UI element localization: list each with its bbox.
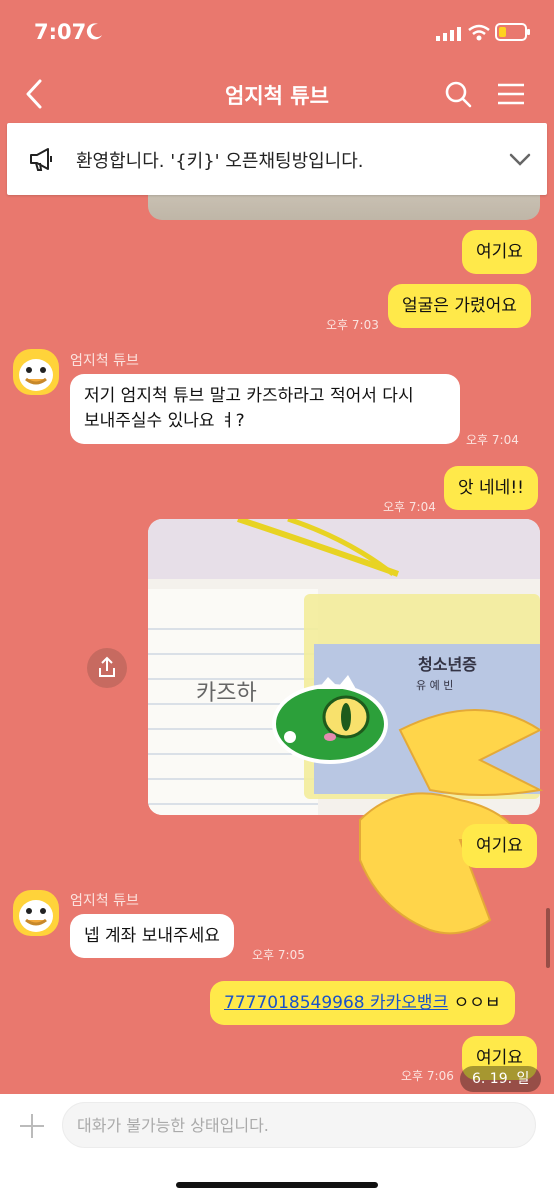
status-time: 7:07 bbox=[34, 20, 87, 44]
message-bubble-other[interactable]: 저기 엄지척 튜브 말고 카즈하라고 적어서 다시 보내주실수 있나요 ㅕ? bbox=[70, 374, 460, 444]
search-icon[interactable] bbox=[444, 80, 472, 108]
avatar[interactable] bbox=[13, 349, 59, 395]
avatar[interactable] bbox=[13, 890, 59, 936]
message-bubble-other[interactable]: 넵 계좌 보내주세요 bbox=[70, 914, 234, 958]
home-indicator bbox=[176, 1182, 378, 1188]
battery-icon bbox=[495, 23, 530, 41]
sender-name: 엄지척 튜브 bbox=[70, 353, 139, 369]
message-bubble-mine[interactable]: 얼굴은 가렸어요 bbox=[388, 284, 531, 328]
signal-icon bbox=[436, 27, 461, 41]
date-indicator: 6. 19. 일 bbox=[460, 1066, 542, 1092]
share-icon bbox=[99, 656, 115, 677]
scrollbar[interactable] bbox=[546, 908, 550, 968]
message-bubble-mine[interactable]: 여기요 bbox=[462, 230, 537, 274]
avatar-character-icon bbox=[13, 890, 59, 936]
message-input[interactable]: 대화가 불가능한 상태입니다. bbox=[62, 1102, 536, 1148]
account-link[interactable]: 7777018549968 카카오뱅크 bbox=[224, 993, 448, 1013]
chevron-down-icon[interactable] bbox=[508, 150, 532, 168]
sender-name: 엄지척 튜브 bbox=[70, 893, 139, 909]
message-bubble-mine[interactable]: 여기요 bbox=[462, 824, 537, 868]
photo-handwriting: 카즈하 bbox=[196, 681, 257, 706]
plus-icon[interactable] bbox=[18, 1112, 46, 1140]
avatar-character-icon bbox=[13, 349, 59, 395]
message-time: 오후 7:06 bbox=[401, 1069, 454, 1083]
megaphone-icon bbox=[30, 148, 52, 171]
message-bubble-mine[interactable]: 7777018549968 카카오뱅크 ㅇㅇㅂ bbox=[210, 981, 515, 1025]
message-bubble-mine[interactable]: 앗 네네!! bbox=[444, 466, 538, 510]
moon-icon bbox=[86, 23, 102, 40]
message-line: 보내주실수 있나요 ㅕ? bbox=[84, 411, 245, 431]
card-title: 청소년증 bbox=[418, 655, 477, 674]
message-time: 오후 7:04 bbox=[466, 433, 519, 447]
wifi-icon bbox=[468, 24, 490, 41]
menu-icon[interactable] bbox=[497, 82, 525, 106]
message-line: 저기 엄지척 튜브 말고 카즈하라고 적어서 다시 bbox=[84, 386, 414, 406]
message-time: 오후 7:04 bbox=[383, 500, 436, 514]
message-time: 오후 7:05 bbox=[252, 948, 305, 962]
notice-text: 환영합니다. '{키}' 오픈채팅방입니다. bbox=[76, 151, 364, 172]
message-suffix: ㅇㅇㅂ bbox=[448, 993, 501, 1013]
message-time: 오후 7:03 bbox=[326, 318, 379, 332]
share-button[interactable] bbox=[87, 648, 127, 688]
